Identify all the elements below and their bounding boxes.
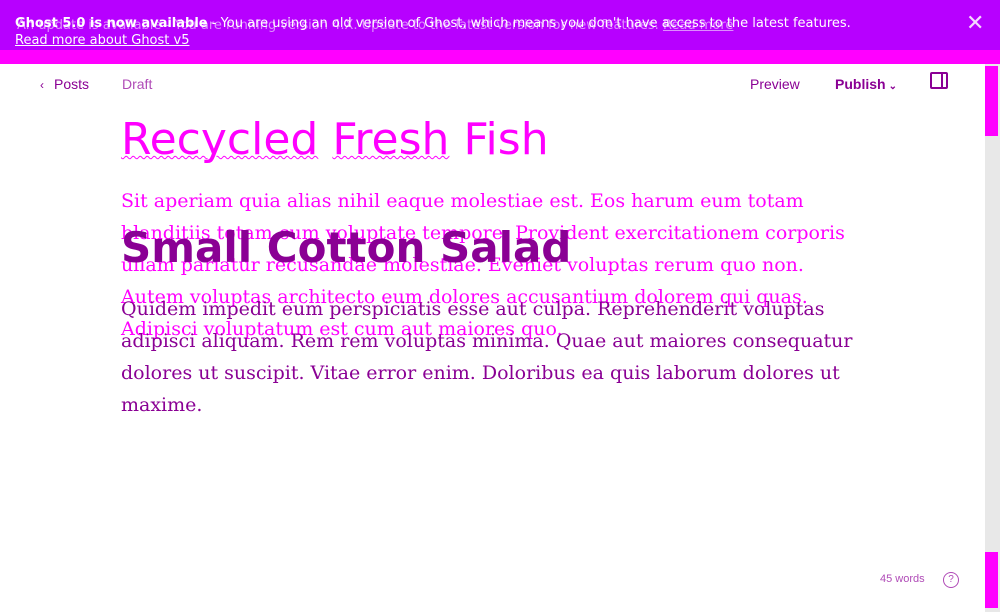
banner-strip — [0, 50, 1000, 64]
close-icon[interactable]: ✕ — [966, 13, 984, 35]
sidebar-toggle-icon[interactable] — [930, 72, 948, 89]
publish-button[interactable]: Publish ⌄ — [835, 76, 897, 92]
title-word: Fresh — [332, 114, 450, 165]
chevron-down-icon: ⌄ — [888, 81, 897, 92]
editor-toolbar: ‹ Posts Draft Preview Publish ⌄ — [0, 64, 985, 104]
title-word: Fish — [463, 114, 549, 165]
publish-label: Publish — [835, 76, 886, 92]
banner-message-line2: Read more about Ghost v5 — [15, 33, 945, 49]
post-status: Draft — [122, 76, 153, 92]
scrollbar-thumb-lower[interactable] — [985, 552, 998, 608]
banner-headline: Ghost 5.0 is now available — [15, 16, 208, 31]
help-icon[interactable]: ? — [943, 572, 959, 588]
scrollbar-thumb[interactable] — [985, 66, 998, 136]
back-label: Posts — [54, 76, 90, 92]
preview-button[interactable]: Preview — [750, 76, 800, 92]
banner-message: Ghost 5.0 is now available - You are usi… — [15, 16, 945, 32]
title-word: Recycled — [121, 114, 319, 165]
update-banner: An update is available - You are running… — [0, 0, 1000, 50]
banner-body: - You are using an old version of Ghost,… — [207, 16, 851, 31]
post-title[interactable]: Small Cotton Salad — [121, 222, 571, 274]
back-to-posts-button[interactable]: ‹ Posts — [40, 76, 89, 92]
word-count: 45 words — [880, 573, 925, 585]
scrollbar[interactable] — [985, 64, 1000, 612]
chevron-left-icon: ‹ — [40, 78, 44, 92]
post-title-overlay[interactable]: Recycled Fresh Fish — [121, 112, 549, 168]
banner-read-more-link[interactable]: Read more about Ghost v5 — [15, 33, 189, 48]
post-body[interactable]: Quidem impedit eum perspiciatis esse aut… — [121, 293, 871, 421]
